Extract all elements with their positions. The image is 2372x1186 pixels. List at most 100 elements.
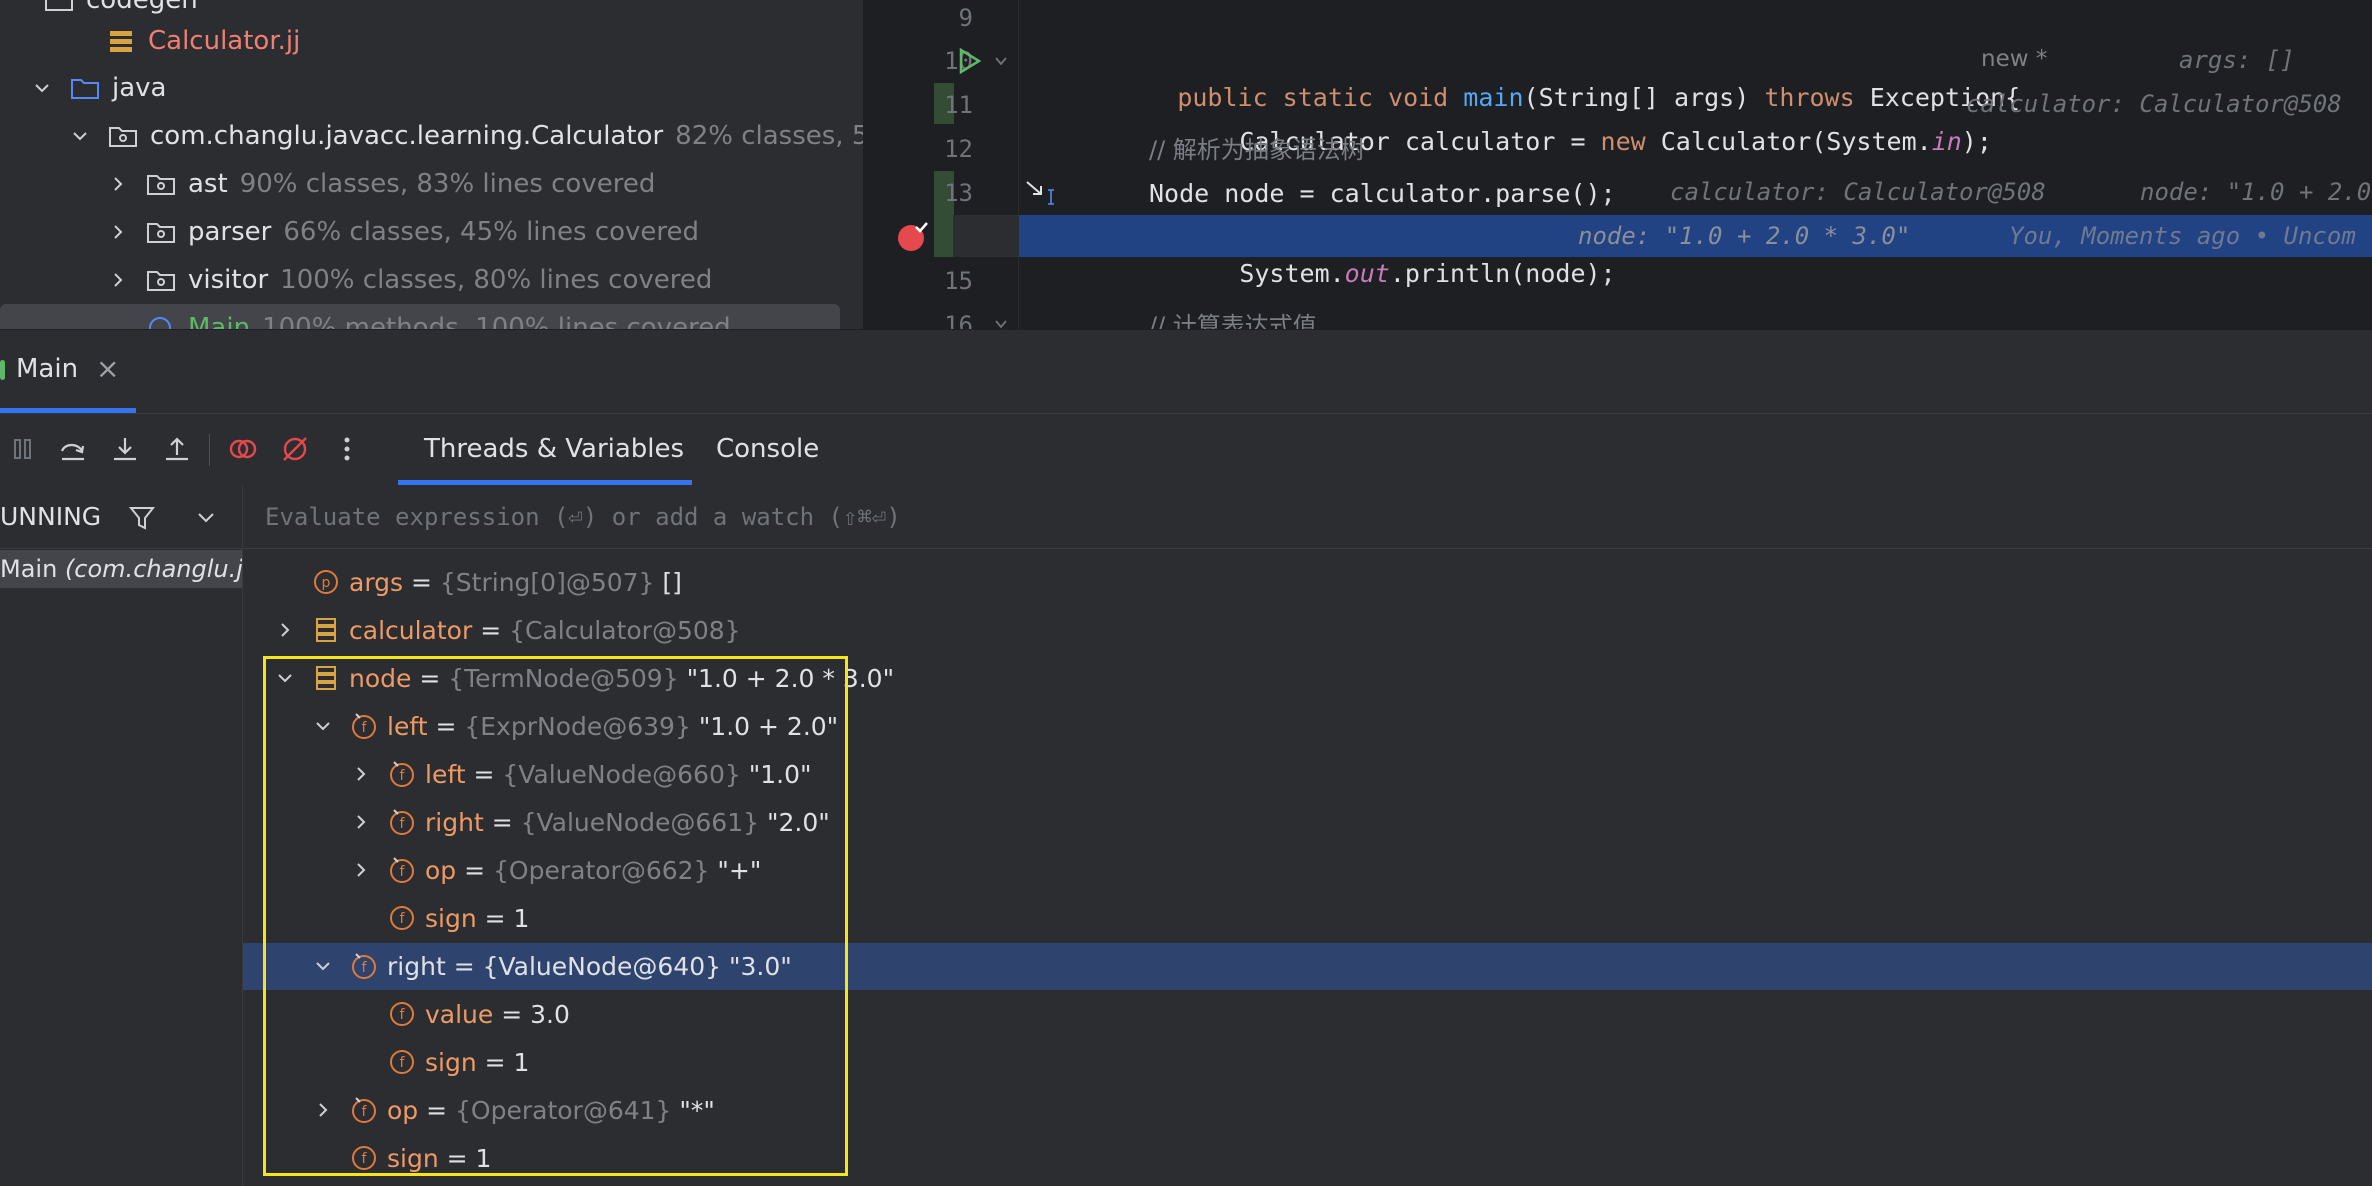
step-into-icon[interactable]: [108, 432, 142, 466]
thread-status[interactable]: UNNING: [0, 502, 101, 531]
step-over-icon[interactable]: [56, 432, 90, 466]
breakpoint-icon[interactable]: [895, 218, 931, 254]
tree-item-label: codegen: [86, 0, 198, 15]
chevron-right-icon[interactable]: [273, 618, 297, 642]
threads-panel: UNNING Main (com.changlu.ja: [0, 486, 243, 1186]
code-keyword: new: [1600, 127, 1646, 156]
coverage-meta: 66% classes, 45% lines covered: [283, 217, 700, 247]
mute-breakpoints-icon[interactable]: [278, 432, 312, 466]
variable-row[interactable]: calculator = {Calculator@508}: [243, 606, 2372, 654]
chevron-right-icon[interactable]: [108, 222, 128, 242]
frame-method: Main: [0, 555, 58, 583]
package-icon: [147, 271, 175, 291]
local-variable-icon: [311, 615, 341, 645]
line-number: 15: [944, 267, 973, 295]
coverage-meta: 90% classes, 83% lines covered: [239, 169, 656, 199]
variable-type: {Calculator@508}: [509, 615, 741, 645]
tree-item-package[interactable]: com.changlu.javacc.learning.Calculator 8…: [70, 114, 863, 158]
tab-console[interactable]: Console: [716, 434, 819, 464]
stack-frame-main[interactable]: Main (com.changlu.ja: [0, 550, 242, 588]
code-text: .println(node);: [1389, 259, 1616, 288]
fold-icon[interactable]: [993, 316, 1009, 329]
file-icon: [110, 31, 132, 52]
debug-tool-window-header: Main ×: [0, 329, 2372, 414]
folder-icon: [45, 0, 73, 11]
pause-icon[interactable]: [6, 432, 40, 466]
coverage-meta: 100% classes, 80% lines covered: [280, 265, 713, 295]
close-icon[interactable]: ×: [96, 352, 119, 385]
code-editor[interactable]: 9 10 11 12 13 15 16 public static void m…: [863, 0, 2372, 329]
parameter-icon: p: [311, 567, 341, 597]
class-icon: [149, 317, 171, 329]
gutter-divider: [1018, 0, 1019, 329]
frame-class: (com.changlu.ja: [64, 555, 242, 583]
smart-step-icon: [1026, 181, 1054, 205]
code-static-field: out: [1344, 259, 1390, 288]
variable-name: args: [349, 567, 404, 597]
variables-panel: Evaluate expression (⏎) or add a watch (…: [243, 486, 2372, 1186]
code-static-field: in: [1931, 127, 1962, 156]
top-area: codegen Calculator.jj java com.changlu.j…: [0, 0, 2372, 329]
fold-icon[interactable]: [993, 53, 1009, 69]
step-out-icon[interactable]: [160, 432, 194, 466]
debug-toolbar: Threads & Variables Console: [0, 413, 2372, 487]
tree-item-label: visitor: [188, 265, 269, 295]
view-breakpoints-icon[interactable]: [226, 432, 260, 466]
line-number: 12: [944, 135, 973, 163]
variable-row[interactable]: p args = {String[0]@507} []: [243, 558, 2372, 606]
code-line-13: Node node = calculator.parse();: [1149, 179, 1616, 208]
variable-value: []: [662, 567, 682, 597]
tree-item-label: com.changlu.javacc.learning.Calculator: [150, 121, 664, 151]
svg-text:p: p: [322, 575, 331, 591]
code-comment: // 解析为抽象语法树: [1149, 136, 1365, 164]
package-icon: [147, 223, 175, 243]
chevron-right-icon[interactable]: [108, 270, 128, 290]
inlay-debug-value: node: "1.0 + 2.0: [2140, 178, 2372, 206]
tree-item-main[interactable]: Main 100% methods, 100% lines covered: [146, 306, 731, 329]
tree-item-label: parser: [188, 217, 272, 247]
folder-icon: [71, 79, 99, 99]
chevron-down-icon[interactable]: [70, 126, 90, 146]
evaluate-placeholder: Evaluate expression (⏎) or add a watch (…: [265, 503, 901, 531]
variable-name: calculator: [349, 615, 473, 645]
tree-item-parser[interactable]: parser 66% classes, 45% lines covered: [108, 210, 699, 254]
git-blame-inlay: You, Moments ago • Uncom: [2009, 222, 2356, 250]
run-icon[interactable]: [955, 47, 983, 75]
toolbar-separator: [209, 434, 210, 466]
tab-underline: [398, 480, 692, 485]
tree-item-ast[interactable]: ast 90% classes, 83% lines covered: [108, 162, 655, 206]
inlay-args: args: []: [2179, 46, 2295, 74]
coverage-meta: 100% methods, 100% lines covered: [262, 313, 731, 329]
current-line-gutter: [953, 215, 1019, 257]
divider: [0, 548, 242, 549]
tree-item-label: java: [112, 73, 167, 103]
debug-tab-label[interactable]: Main: [16, 354, 78, 384]
package-icon: [147, 175, 175, 195]
chevron-down-icon[interactable]: [196, 510, 216, 526]
chevron-right-icon[interactable]: [108, 174, 128, 194]
tree-item-visitor[interactable]: visitor 100% classes, 80% lines covered: [108, 258, 712, 302]
tree-item-label: Calculator.jj: [148, 26, 301, 56]
more-options-icon[interactable]: [330, 432, 364, 466]
inlay-debug-value: calculator: Calculator@508: [1966, 90, 2342, 118]
inlay-debug-value: calculator: Calculator@508: [1670, 178, 2046, 206]
chevron-down-icon[interactable]: [32, 78, 52, 98]
evaluate-expression-field[interactable]: Evaluate expression (⏎) or add a watch (…: [243, 486, 2372, 549]
inlay-new: new *: [1981, 46, 2048, 72]
line-number: 9: [958, 4, 973, 32]
coverage-meta: 82% classes, 50% l: [675, 121, 863, 151]
line-number: 13: [944, 179, 973, 207]
package-icon: [109, 127, 137, 147]
variable-type: {String[0]@507}: [439, 567, 655, 597]
project-tree-panel: codegen Calculator.jj java com.changlu.j…: [0, 0, 863, 329]
filter-icon[interactable]: [128, 504, 156, 532]
code-text: Calculator(System.: [1645, 127, 1932, 156]
line-number: 11: [944, 91, 973, 119]
tree-item-label: ast: [188, 169, 228, 199]
annotation-highlight-box: [263, 656, 848, 1176]
inlay-debug-value: node: "1.0 + 2.0 * 3.0": [1578, 222, 1911, 250]
tab-threads-variables[interactable]: Threads & Variables: [424, 434, 684, 464]
tree-item-calculator-jj[interactable]: Calculator.jj: [106, 19, 300, 63]
line-number: 16: [944, 311, 973, 329]
tree-item-java[interactable]: java: [32, 66, 166, 110]
